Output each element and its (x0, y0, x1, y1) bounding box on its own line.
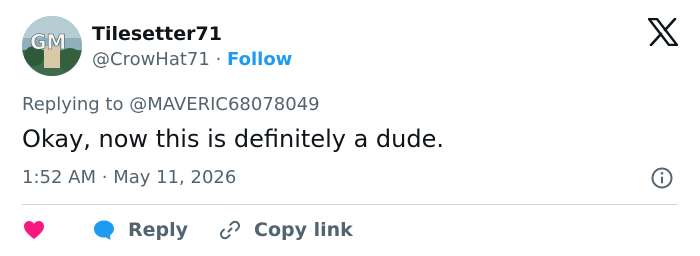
replying-to-prefix: Replying to (22, 94, 124, 115)
tweet-text: Okay, now this is definitely a dude. (22, 125, 444, 153)
link-icon (219, 220, 241, 240)
x-logo-icon[interactable] (647, 17, 679, 47)
info-icon[interactable] (650, 166, 674, 190)
timestamp-separator: · (101, 167, 108, 188)
copy-link-label: Copy link (254, 219, 353, 241)
author-handle[interactable]: @CrowHat71 (92, 49, 210, 70)
author-name[interactable]: Tilesetter71 (92, 22, 222, 46)
tweet-time: 1:52 AM (22, 167, 96, 188)
avatar-text: GM (30, 30, 66, 54)
divider (22, 204, 678, 205)
replying-to-mention[interactable]: @MAVERIC68078049 (129, 94, 319, 115)
replying-to: Replying to @MAVERIC68078049 (22, 93, 320, 117)
reply-label: Reply (128, 219, 189, 241)
avatar[interactable]: GM (22, 16, 82, 76)
action-bar: Reply Copy link (22, 216, 353, 244)
reply-button[interactable]: Reply (92, 216, 188, 244)
chat-bubble-icon (94, 220, 114, 240)
copy-link-button[interactable]: Copy link (218, 216, 353, 244)
handle-separator: · (215, 49, 222, 70)
heart-icon (24, 221, 44, 239)
like-button[interactable] (22, 218, 46, 242)
follow-button[interactable]: Follow (227, 49, 292, 70)
tweet-date: May 11, 2026 (113, 167, 237, 188)
avatar-image: GM (22, 16, 82, 76)
author-handle-row: @CrowHat71 · Follow (92, 48, 292, 72)
tweet-timestamp[interactable]: 1:52 AM · May 11, 2026 (22, 166, 236, 190)
